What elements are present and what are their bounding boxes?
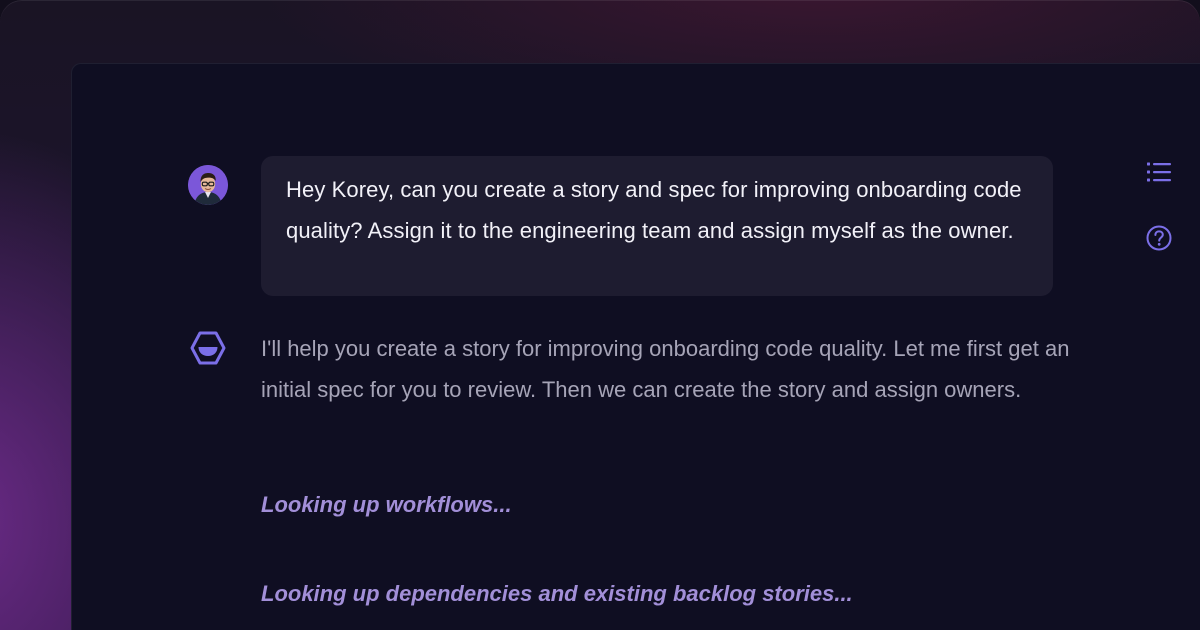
help-circle-icon[interactable]	[1145, 224, 1173, 252]
chat-window: Hey Korey, can you create a story and sp…	[71, 63, 1200, 630]
hexagon-logo-icon	[189, 329, 227, 367]
assistant-message-text: I'll help you create a story for improvi…	[261, 336, 1070, 402]
user-message-text: Hey Korey, can you create a story and sp…	[286, 177, 1022, 243]
user-message-bubble: Hey Korey, can you create a story and sp…	[261, 156, 1053, 296]
status-looking-up-dependencies: Looking up dependencies and existing bac…	[261, 581, 853, 606]
user-avatar-image	[188, 165, 228, 205]
user-avatar	[188, 165, 228, 205]
list-icon[interactable]	[1145, 158, 1173, 186]
status-looking-up-workflows: Looking up workflows...	[261, 492, 512, 517]
